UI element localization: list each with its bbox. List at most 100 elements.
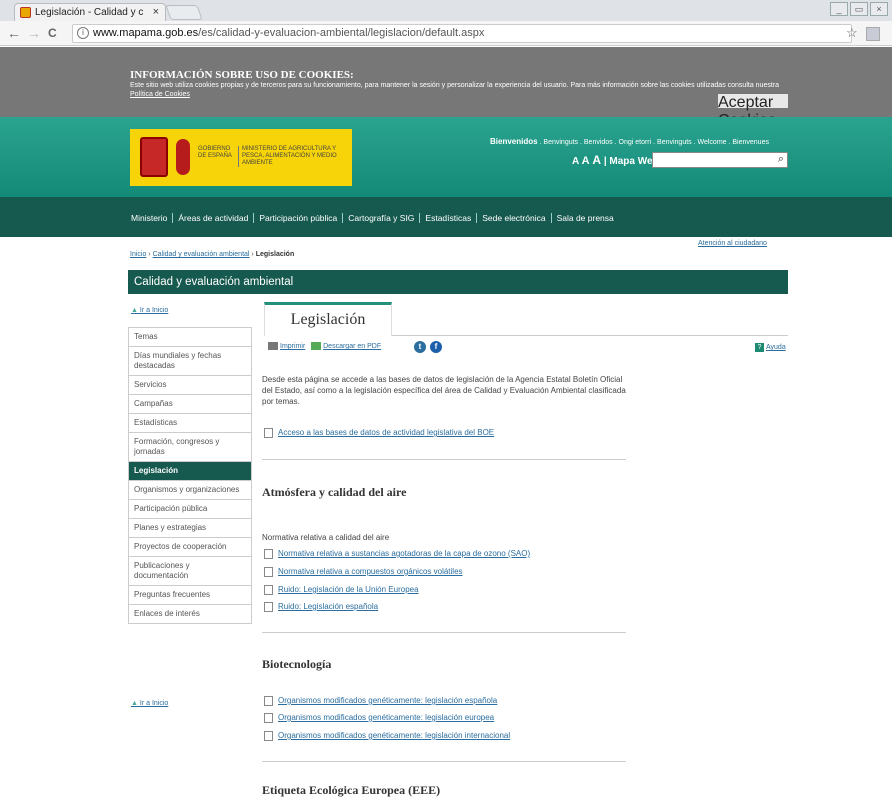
reload-button[interactable]: C [48,26,57,40]
gobierno-label: GOBIERNO DE ESPAÑA [198,146,232,159]
site-search-input[interactable]: ⌕ [652,152,788,168]
new-tab-button[interactable] [165,5,203,20]
sidebar-item-planes[interactable]: Planes y estrategias [128,519,252,538]
forward-button[interactable]: → [27,25,41,41]
download-pdf-link[interactable]: Descargar en PDF [323,343,381,350]
document-icon [264,731,273,741]
cookie-text: Este sitio web utiliza cookies propias y… [130,82,780,98]
section-divider [262,459,626,460]
favicon-icon [20,7,31,18]
back-button[interactable]: ← [7,25,21,41]
list-item[interactable]: Organismos modificados genéticamente: le… [264,696,497,706]
tab-title: Legislación - Calidad y c [35,7,144,18]
list-item[interactable]: Organismos modificados genéticamente: le… [264,713,494,723]
bookmark-star-icon[interactable]: ☆ [846,25,858,41]
search-icon[interactable]: ⌕ [778,153,784,166]
list-item[interactable]: Normativa relativa a compuestos orgánico… [264,567,463,577]
url-host: www.mapama.gob.es [93,27,199,39]
accept-cookies-button[interactable]: Aceptar Cookies [718,94,788,129]
arrow-up-icon: ▲ [131,307,138,314]
sidebar-item-campanas[interactable]: Campañas [128,395,252,414]
ministerio-label: MINISTERIO DE AGRICULTURA Y PESCA, ALIME… [238,146,350,167]
sidebar-item-preguntas[interactable]: Preguntas frecuentes [128,586,252,605]
site-header: GOBIERNO DE ESPAÑA MINISTERIO DE AGRICUL… [0,117,892,197]
twitter-icon[interactable]: t [414,341,426,353]
window-controls: _ ▭ × [830,2,888,16]
nav-sede[interactable]: Sede electrónica [477,213,552,223]
nav-estadisticas[interactable]: Estadísticas [420,213,478,223]
close-window-button[interactable]: × [870,2,888,16]
section-divider [262,632,626,633]
print-icon[interactable] [268,342,278,350]
sidebar-item-participacion[interactable]: Participación pública [128,500,252,519]
welcome-text: Bienvenidos . Benvinguts . Benvidos . On… [490,137,769,146]
breadcrumb: Inicio › Calidad y evaluación ambiental … [130,251,295,258]
sidebar-item-dias-mundiales[interactable]: Días mundiales y fechas destacadas [128,347,252,376]
browser-tab[interactable]: Legislación - Calidad y c × [14,3,166,21]
sidebar-menu: Temas Días mundiales y fechas destacadas… [128,327,252,624]
ir-inicio-link-bottom[interactable]: ▲ Ir a Inicio [131,700,168,707]
document-icon [264,585,273,595]
section-divider [262,761,626,762]
section-heading-biotecnologia: Biotecnología [262,657,332,671]
restore-button[interactable]: ▭ [850,2,868,16]
pillar-icon [176,139,190,175]
breadcrumb-inicio[interactable]: Inicio [130,251,146,258]
list-item[interactable]: Normativa relativa a sustancias agotador… [264,549,530,559]
browser-tabstrip: Legislación - Calidad y c × _ ▭ × [0,0,892,21]
sidebar-item-temas[interactable]: Temas [128,327,252,347]
info-icon[interactable]: i [77,27,89,39]
sidebar-item-publicaciones[interactable]: Publicaciones y documentación [128,557,252,586]
font-size-controls: A A A | Mapa Web [572,153,659,167]
help-link[interactable]: ? Ayuda [755,343,786,352]
sidebar-item-estadisticas[interactable]: Estadísticas [128,414,252,433]
cookie-policy-link[interactable]: Política de Cookies [130,91,190,98]
intro-text: Desde esta página se accede a las bases … [262,375,626,406]
minimize-button[interactable]: _ [830,2,848,16]
list-item[interactable]: Organismos modificados genéticamente: le… [264,731,510,741]
ministry-logo[interactable]: GOBIERNO DE ESPAÑA MINISTERIO DE AGRICUL… [130,129,352,186]
address-bar[interactable]: i www.mapama.gob.es/es/calidad-y-evaluac… [72,24,852,43]
sidebar-item-organismos[interactable]: Organismos y organizaciones [128,481,252,500]
sidebar-item-enlaces[interactable]: Enlaces de interés [128,605,252,624]
cookie-title: INFORMACIÓN SOBRE USO DE COOKIES: [130,69,354,81]
nav-areas[interactable]: Áreas de actividad [173,213,255,223]
sidebar-item-formacion[interactable]: Formación, congresos y jornadas [128,433,252,462]
main-navigation: Ministerio Áreas de actividad Participac… [0,197,892,237]
page-title: Legislación [264,302,392,336]
boe-link[interactable]: Acceso a las bases de datos de actividad… [278,428,494,437]
extension-icon[interactable] [866,27,880,41]
font-small-button[interactable]: A [572,156,579,167]
breadcrumb-section[interactable]: Calidad y evaluación ambiental [153,251,250,258]
boe-link-row[interactable]: Acceso a las bases de datos de actividad… [264,428,494,438]
list-item[interactable]: Ruido: Legislación española [264,602,378,612]
print-link[interactable]: Imprimir [280,343,305,350]
sidebar-item-legislacion[interactable]: Legislación [128,462,252,481]
nav-prensa[interactable]: Sala de prensa [552,213,619,223]
sidebar-item-proyectos[interactable]: Proyectos de cooperación [128,538,252,557]
list-item[interactable]: Ruido: Legislación de la Unión Europea [264,585,419,595]
arrow-up-icon: ▲ [131,700,138,707]
url-path: /es/calidad-y-evaluacion-ambiental/legis… [198,27,485,39]
section-title-bar: Calidad y evaluación ambiental [128,270,788,294]
ir-inicio-link-top[interactable]: ▲ Ir a Inicio [131,307,168,314]
document-icon [264,713,273,723]
nav-ministerio[interactable]: Ministerio [131,213,174,223]
help-icon: ? [755,343,764,352]
atencion-ciudadano-link[interactable]: Atención al ciudadano [698,240,767,247]
mapa-web-link[interactable]: | Mapa Web [604,156,659,167]
nav-participacion[interactable]: Participación pública [254,213,344,223]
document-icon [264,567,273,577]
download-icon[interactable] [311,342,322,350]
facebook-icon[interactable]: f [430,341,442,353]
font-medium-button[interactable]: A [582,155,590,167]
font-large-button[interactable]: A [592,153,601,167]
document-icon [264,696,273,706]
section-subtitle-atmosfera: Normativa relativa a calidad del aire [262,533,390,542]
section-heading-atmosfera: Atmósfera y calidad del aire [262,485,407,499]
nav-cartografia[interactable]: Cartografía y SIG [343,213,421,223]
tab-close-icon[interactable]: × [153,4,159,21]
document-icon [264,602,273,612]
sidebar-item-servicios[interactable]: Servicios [128,376,252,395]
page-tools: Imprimir Descargar en PDF [268,342,381,350]
